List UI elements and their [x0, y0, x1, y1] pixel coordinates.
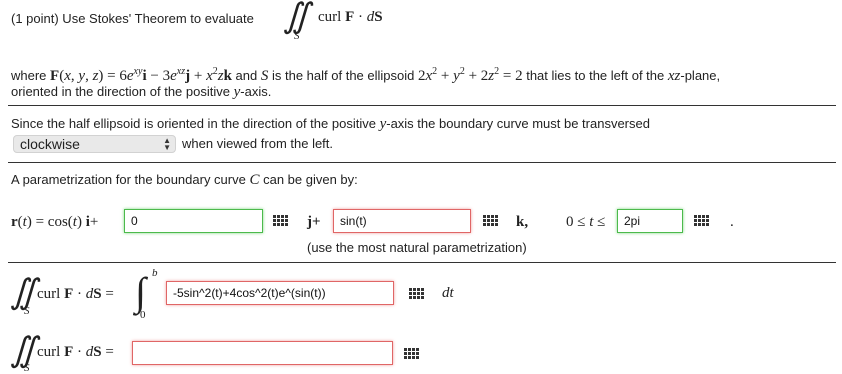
r-lhs: r(t) = cos(t) i+	[11, 214, 99, 230]
upper-limit-input[interactable]: 2pi	[617, 209, 683, 233]
direction-select-value: clockwise	[20, 136, 80, 152]
keypad-icon[interactable]	[409, 288, 425, 300]
single-integral-sign: ∫	[135, 269, 146, 314]
surface-subscript: S	[24, 305, 30, 317]
ellipsoid-equation: 2x2 + y2 + 2z2 = 2	[418, 66, 523, 84]
final-answer-input[interactable]	[132, 341, 393, 365]
divider-2	[8, 162, 836, 163]
select-arrows-icon: ▲ ▼	[163, 136, 171, 152]
k-label: k,	[516, 214, 529, 230]
integrand-input[interactable]: -5sin^2(t)+4cos^2(t)e^(sin(t))	[166, 281, 394, 305]
keypad-icon[interactable]	[483, 215, 499, 227]
j-component-input[interactable]: sin(t)	[333, 209, 471, 233]
orientation-text: oriented in the direction of the positiv…	[11, 84, 272, 100]
upper-bound: b	[152, 267, 158, 279]
direction-select[interactable]: clockwise ▲ ▼	[13, 135, 176, 153]
range-label: 0 ≤ t ≤	[566, 214, 606, 230]
period: .	[730, 214, 734, 230]
final-integral-lhs: curl F · dS =	[37, 344, 114, 360]
part1-after-select: when viewed from the left.	[182, 136, 334, 151]
problem-where-line: where F(x, y, z) = 6exyi − 3exzj + x2zk …	[11, 66, 721, 84]
j-label: j+	[307, 214, 321, 230]
keypad-icon[interactable]	[273, 215, 289, 227]
divider-3	[8, 262, 836, 263]
parametrization-note: (use the most natural parametrization)	[307, 240, 527, 255]
surface-subscript: S	[294, 30, 300, 42]
keypad-icon[interactable]	[404, 348, 420, 360]
part2-sentence: A parametrization for the boundary curve…	[11, 172, 358, 188]
dt-label: dt	[442, 285, 454, 301]
double-integral-sign: ∬	[283, 0, 310, 35]
lower-bound: 0	[140, 309, 146, 321]
surface-subscript: S	[24, 362, 30, 374]
i-component-input[interactable]: 0	[124, 209, 263, 233]
keypad-icon[interactable]	[694, 215, 710, 227]
divider-1	[8, 105, 836, 106]
problem-intro: (1 point) Use Stokes' Theorem to evaluat…	[11, 11, 254, 26]
integrand-text: curl F · dS	[318, 9, 383, 25]
vector-field-definition: F(x, y, z) = 6exyi − 3exzj + x2zk	[50, 66, 232, 84]
integral-lhs: curl F · dS =	[37, 286, 114, 302]
part1-sentence: Since the half ellipsoid is oriented in …	[11, 116, 650, 132]
